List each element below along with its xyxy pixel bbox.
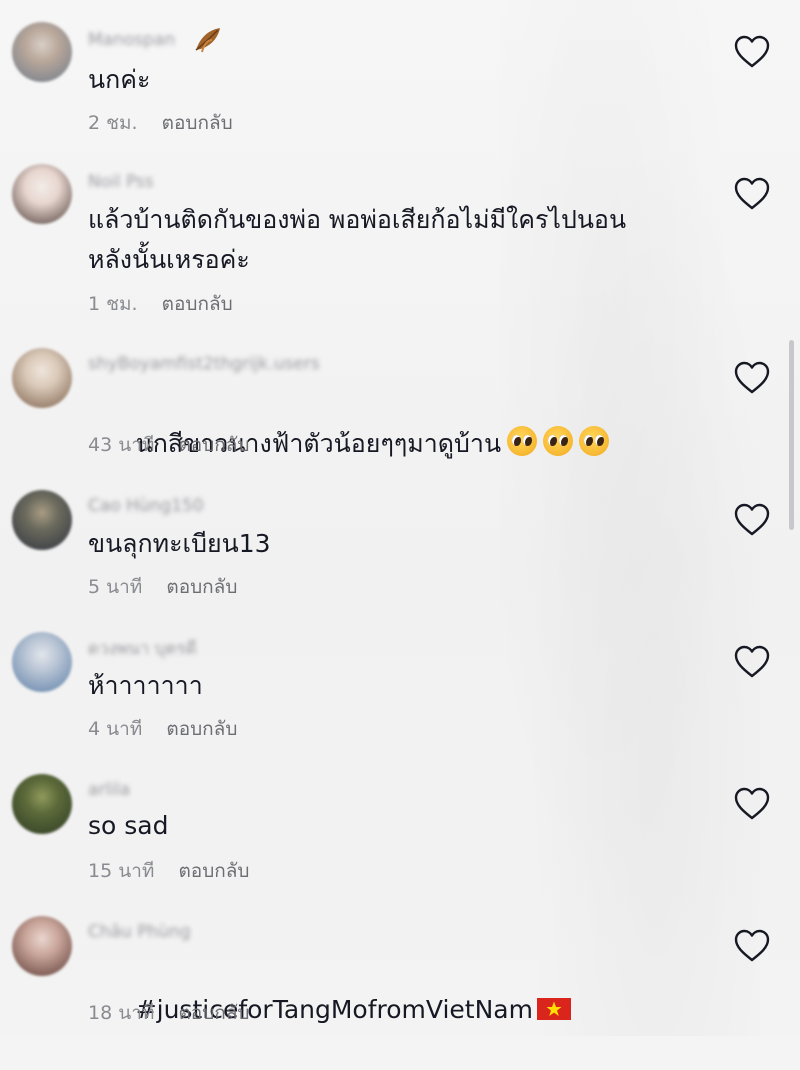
- reply-button[interactable]: ตอบกลับ: [178, 860, 249, 882]
- comment-text: so sad: [88, 811, 169, 840]
- comment-meta: 18 นาที ตอบกลับ: [88, 998, 249, 1028]
- heart-outline-icon[interactable]: [733, 928, 771, 964]
- username[interactable]: Cao Hùng150: [88, 496, 204, 516]
- username-text[interactable]: Noil Pss: [88, 172, 154, 192]
- avatar[interactable]: [12, 632, 72, 692]
- comment-meta: 1 ชม. ตอบกลับ: [88, 289, 233, 319]
- reply-button[interactable]: ตอบกลับ: [166, 718, 237, 740]
- reply-button[interactable]: ตอบกลับ: [178, 1002, 249, 1024]
- comment-time: 1 ชม.: [88, 293, 138, 315]
- username-text[interactable]: Manospan: [88, 30, 175, 50]
- pleading-face-emoji: [507, 426, 538, 456]
- username[interactable]: Manospan: [88, 30, 175, 50]
- comment-text: นกค่ะ: [88, 65, 151, 94]
- scrollbar-thumb[interactable]: [789, 340, 794, 530]
- heart-outline-icon[interactable]: [733, 360, 771, 396]
- comment-time: 5 นาที: [88, 576, 143, 598]
- reply-button[interactable]: ตอบกลับ: [178, 434, 249, 456]
- username[interactable]: Noil Pss: [88, 172, 154, 192]
- pleading-face-emoji: [543, 426, 574, 456]
- username-text[interactable]: arlila: [88, 780, 130, 800]
- pleading-face-emoji: [579, 426, 610, 456]
- background-ghost: [500, 0, 760, 1036]
- username[interactable]: Châu Phùng: [88, 922, 191, 942]
- reply-button[interactable]: ตอบกลับ: [162, 112, 233, 134]
- heart-outline-icon[interactable]: [733, 644, 771, 680]
- heart-outline-icon[interactable]: [733, 176, 771, 212]
- reply-button[interactable]: ตอบกลับ: [162, 293, 233, 315]
- comment-meta: 4 นาที ตอบกลับ: [88, 714, 237, 744]
- avatar[interactable]: [12, 774, 72, 834]
- comment-meta: 15 นาที ตอบกลับ: [88, 856, 249, 886]
- comment-time: 15 นาที: [88, 860, 155, 882]
- avatar[interactable]: [12, 348, 72, 408]
- heart-outline-icon[interactable]: [733, 786, 771, 822]
- comment-time: 18 นาที: [88, 1002, 155, 1024]
- comment-time: 43 นาที: [88, 434, 155, 456]
- avatar[interactable]: [12, 916, 72, 976]
- avatar[interactable]: [12, 490, 72, 550]
- username[interactable]: arlila: [88, 780, 130, 800]
- comment-text: ขนลุกทะเบียน13: [88, 529, 271, 558]
- username-text[interactable]: ดวงพนา บุตรดี: [88, 635, 197, 662]
- username-text[interactable]: Cao Hùng150: [88, 496, 204, 516]
- comment-meta: 2 ชม. ตอบกลับ: [88, 108, 233, 138]
- avatar[interactable]: [12, 164, 72, 224]
- username-text[interactable]: Châu Phùng: [88, 922, 191, 942]
- username[interactable]: ดวงพนา บุตรดี: [88, 638, 197, 659]
- comment-meta: 43 นาที ตอบกลับ: [88, 430, 249, 460]
- avatar[interactable]: [12, 22, 72, 82]
- vietnam-flag-emoji: [536, 998, 571, 1020]
- comment-meta: 5 นาที ตอบกลับ: [88, 572, 237, 602]
- comment-text: ห้าาาาาาา: [88, 671, 203, 700]
- comment-time: 2 ชม.: [88, 112, 138, 134]
- comment-time: 4 นาที: [88, 718, 143, 740]
- comments-panel: Manospan นกค่ะ 2 ชม. ตอบกลับ Noil Pss แล…: [0, 0, 800, 1036]
- comment-text: แล้วบ้านติดกันของพ่อ พอพ่อเสียก้อไม่มีใค…: [88, 205, 627, 274]
- reply-button[interactable]: ตอบกลับ: [166, 576, 237, 598]
- username[interactable]: shyBoyamfist2thgrijk.users: [88, 354, 320, 374]
- username-text[interactable]: shyBoyamfist2thgrijk.users: [88, 354, 320, 374]
- leaf-icon: [192, 26, 224, 58]
- heart-outline-icon[interactable]: [733, 34, 771, 70]
- heart-outline-icon[interactable]: [733, 502, 771, 538]
